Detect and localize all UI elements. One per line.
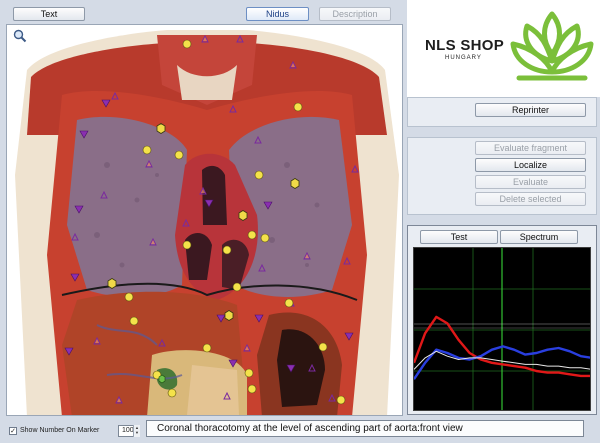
number-spinner[interactable]: ▲ ▼ (133, 425, 140, 437)
reprinter-button[interactable]: Reprinter (475, 103, 586, 117)
logo-name: NLS SHOP (425, 37, 505, 54)
image-caption: Coronal thoracotomy at the level of asce… (146, 420, 584, 437)
show-number-label: Show Number On Marker (20, 427, 100, 434)
description-tab-button[interactable]: Description (319, 7, 391, 21)
graph-canvas (414, 248, 590, 410)
graph-panel: Test Spectrum (407, 225, 597, 415)
leaf-logo-icon (510, 11, 594, 81)
test-button[interactable]: Test (420, 230, 498, 244)
brand-logo: NLS SHOP HUNGARY (407, 0, 600, 97)
show-number-checkbox[interactable]: ✓ (9, 427, 17, 435)
coronal-section-image (15, 30, 399, 415)
zoom-icon[interactable] (13, 29, 27, 43)
evaluate-button[interactable]: Evaluate (475, 175, 586, 189)
spectrum-button[interactable]: Spectrum (500, 230, 578, 244)
spectrum-graph (413, 247, 591, 411)
nidus-tab-button[interactable]: Nidus (246, 7, 309, 21)
scan-viewer[interactable] (6, 24, 403, 416)
delete-selected-button[interactable]: Delete selected (475, 192, 586, 206)
evaluate-fragment-button[interactable]: Evaluate fragment (475, 141, 586, 155)
text-tab-button[interactable]: Text (13, 7, 85, 21)
logo-subtitle: HUNGARY (445, 55, 482, 61)
localize-button[interactable]: Localize (475, 158, 586, 172)
